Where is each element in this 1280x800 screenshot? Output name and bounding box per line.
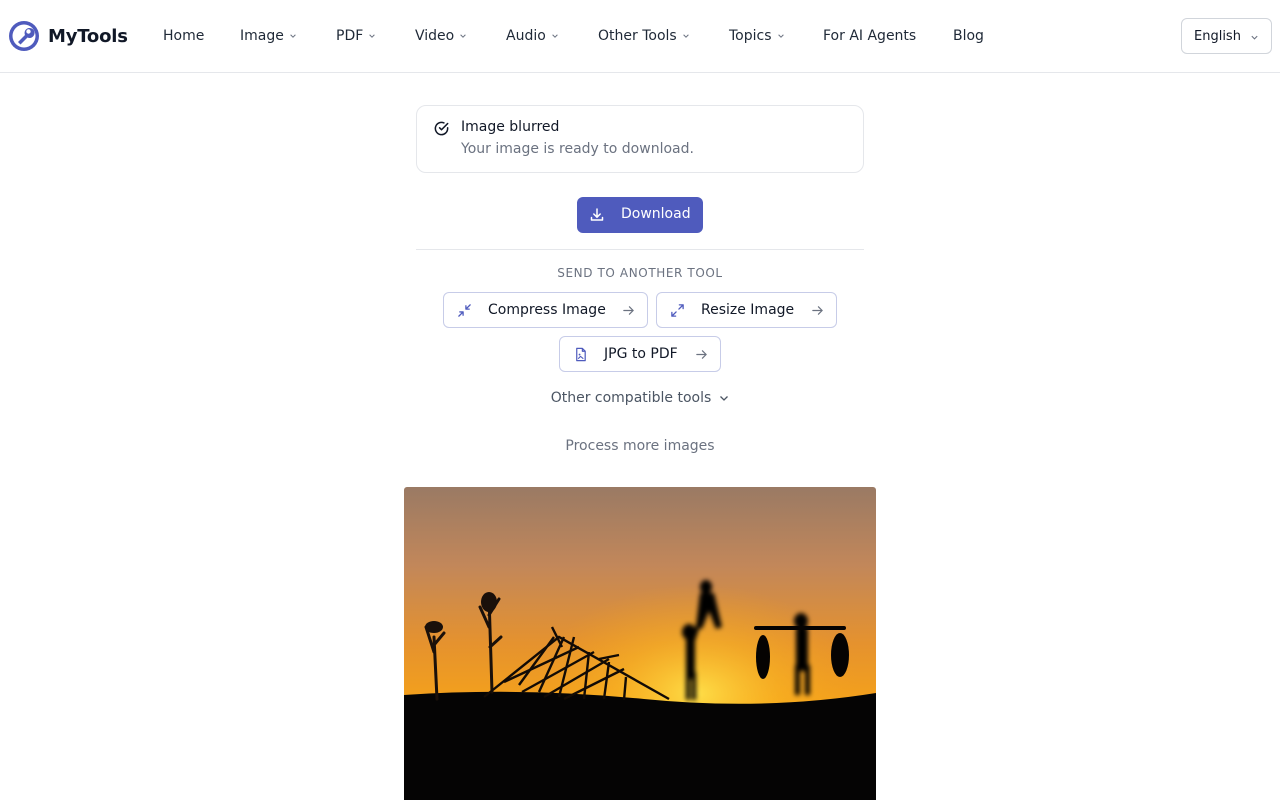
nav-other-tools-label: Other Tools: [598, 28, 677, 44]
nav-topics[interactable]: Topics: [729, 26, 785, 46]
nav-pdf[interactable]: PDF: [336, 26, 376, 46]
jpg-to-pdf-button[interactable]: JPG to PDF: [559, 336, 721, 372]
arrow-right-icon: [812, 306, 823, 315]
nav-audio[interactable]: Audio: [506, 26, 559, 46]
resize-image-label: Resize Image: [701, 302, 795, 318]
toast-message: Your image is ready to download.: [461, 141, 694, 157]
download-button-label: Download: [621, 206, 691, 222]
compress-image-button[interactable]: Compress Image: [443, 292, 648, 328]
download-icon: [590, 208, 604, 221]
brand-logo[interactable]: MyTools: [8, 19, 128, 53]
other-compatible-tools-label: Other compatible tools: [550, 390, 712, 406]
other-compatible-tools-toggle[interactable]: Other compatible tools: [416, 390, 864, 406]
toast-title: Image blurred: [461, 119, 560, 135]
main-nav: Home Image PDF Video Audio Other Tools T…: [163, 26, 984, 46]
chevron-down-icon: [682, 34, 689, 38]
nav-for-ai-agents-label: For AI Agents: [823, 28, 917, 44]
language-select-value: English: [1194, 28, 1241, 44]
chevron-down-icon: [552, 34, 558, 38]
brand-name: MyTools: [48, 25, 128, 47]
jpg-to-pdf-label: JPG to PDF: [604, 346, 678, 362]
blurred-image-preview: [404, 487, 876, 800]
compress-arrows-icon: [458, 304, 471, 317]
chevron-down-icon: [777, 34, 784, 38]
chevron-down-icon: [290, 34, 296, 38]
compress-image-label: Compress Image: [488, 302, 606, 318]
arrow-right-icon: [696, 350, 707, 359]
nav-topics-label: Topics: [729, 28, 772, 44]
download-button[interactable]: Download: [577, 197, 703, 233]
nav-home-label: Home: [163, 28, 205, 44]
nav-other-tools[interactable]: Other Tools: [598, 26, 690, 46]
mytools-logo-icon: [9, 21, 39, 51]
resize-image-button[interactable]: Resize Image: [656, 292, 837, 328]
nav-for-ai-agents[interactable]: For AI Agents: [823, 26, 916, 46]
send-to-heading: SEND TO ANOTHER TOOL: [557, 266, 723, 280]
top-nav-bar: MyTools Home Image PDF Video Audio Other…: [0, 0, 1280, 73]
process-more-images-link[interactable]: Process more images: [416, 438, 864, 454]
arrow-right-icon: [623, 306, 634, 315]
chevron-down-icon: [460, 34, 467, 38]
check-circle-icon: [434, 121, 449, 136]
chevron-down-icon: [1251, 35, 1258, 40]
nav-image[interactable]: Image: [240, 26, 297, 46]
chevron-down-icon: [720, 396, 729, 401]
nav-home[interactable]: Home: [163, 26, 204, 46]
nav-image-label: Image: [240, 28, 284, 44]
file-image-icon: [576, 347, 586, 362]
nav-pdf-label: PDF: [336, 28, 364, 44]
nav-video-label: Video: [415, 28, 455, 44]
sunset-silhouette-image: [404, 487, 876, 800]
chevron-down-icon: [369, 34, 376, 38]
nav-video[interactable]: Video: [415, 26, 467, 46]
nav-blog[interactable]: Blog: [953, 26, 984, 46]
success-toast: Image blurred Your image is ready to dow…: [416, 105, 864, 173]
nav-blog-label: Blog: [953, 28, 984, 44]
section-divider: [416, 249, 864, 250]
nav-audio-label: Audio: [506, 28, 546, 44]
language-select[interactable]: English: [1181, 18, 1272, 54]
expand-arrows-icon: [671, 304, 684, 317]
